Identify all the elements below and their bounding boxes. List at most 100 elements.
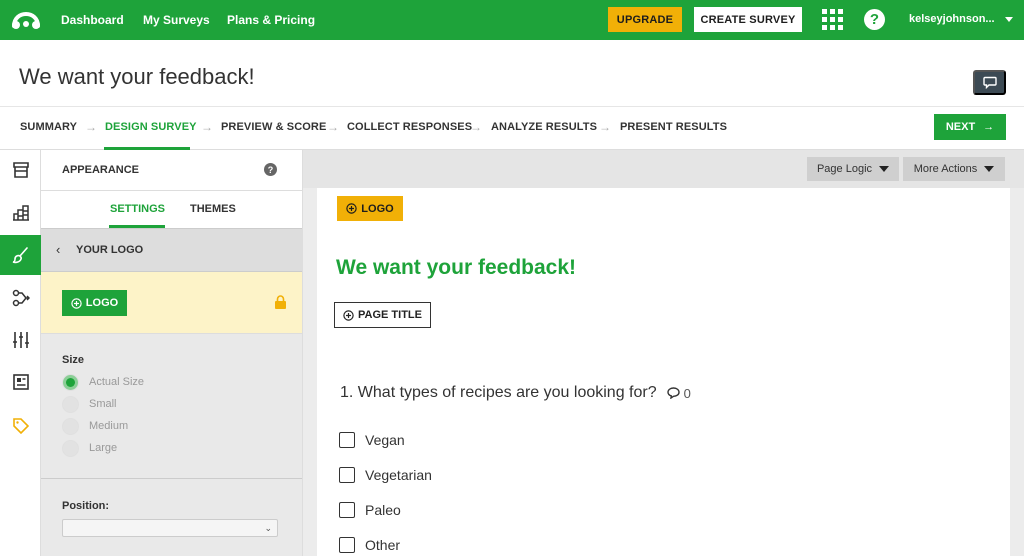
logo-upload-area: LOGO [41, 272, 302, 334]
option-label: Vegetarian [365, 467, 432, 483]
comment-icon [666, 387, 680, 399]
position-select[interactable]: ⌄ [62, 519, 278, 537]
checkbox[interactable] [339, 537, 355, 553]
appearance-panel: APPEARANCE ? SETTINGS THEMES ‹ YOUR LOGO… [41, 150, 303, 556]
back-to-appearance[interactable]: ‹ YOUR LOGO [41, 228, 302, 272]
radio-button[interactable] [62, 373, 79, 391]
page-logic-button[interactable]: Page Logic [807, 157, 899, 181]
list-item[interactable]: Vegetarian [339, 466, 432, 484]
add-logo-label: LOGO [361, 202, 394, 215]
option-label: Paleo [365, 502, 401, 518]
comment-icon [982, 76, 997, 89]
add-logo-button[interactable]: LOGO [337, 196, 403, 221]
radio-button[interactable] [62, 439, 79, 457]
tag-icon [12, 418, 29, 434]
tab-settings[interactable]: SETTINGS [110, 203, 165, 215]
checkbox[interactable] [339, 432, 355, 448]
position-label: Position: [62, 500, 110, 512]
arrow-right-icon: → [85, 120, 97, 134]
tab-themes[interactable]: THEMES [190, 203, 236, 215]
add-page-title-button[interactable]: PAGE TITLE [334, 302, 431, 328]
chevron-down-icon: ⌄ [264, 523, 272, 533]
panel-title: APPEARANCE [62, 164, 140, 176]
options-sliders-icon [12, 332, 29, 348]
rail-logic[interactable] [0, 278, 41, 318]
step-present-results[interactable]: PRESENT RESULTS [620, 121, 727, 133]
page-heading[interactable]: We want your feedback! [336, 256, 576, 280]
checkbox[interactable] [339, 467, 355, 483]
size-option-medium[interactable]: Medium [62, 417, 128, 435]
nav-dashboard[interactable]: Dashboard [61, 13, 124, 27]
help-icon[interactable]: ? [264, 163, 277, 176]
survey-title: We want your feedback! [19, 64, 255, 89]
next-button[interactable]: NEXT → [934, 114, 1006, 140]
radio-button[interactable] [62, 417, 79, 435]
arrow-right-icon: → [470, 120, 482, 134]
rail-tags[interactable] [0, 406, 41, 446]
size-option-actual[interactable]: Actual Size [62, 373, 144, 391]
question-bank-icon [12, 205, 29, 221]
size-option-label: Small [89, 398, 117, 410]
step-collect-responses[interactable]: COLLECT RESPONSES [347, 121, 472, 133]
list-item[interactable]: Paleo [339, 501, 401, 519]
create-survey-button[interactable]: CREATE SURVEY [694, 7, 802, 32]
rail-layout[interactable] [0, 362, 41, 402]
step-summary[interactable]: SUMMARY [20, 121, 77, 133]
next-button-label: NEXT [945, 121, 976, 133]
question-comments[interactable]: 0 [666, 385, 691, 401]
plus-circle-icon [346, 203, 357, 214]
step-design-survey[interactable]: DESIGN SURVEY [105, 121, 197, 133]
upgrade-button[interactable]: UPGRADE [608, 7, 682, 32]
apps-grid-icon[interactable] [822, 9, 843, 30]
top-nav: Dashboard My Surveys Plans & Pricing UPG… [0, 0, 1024, 40]
add-logo-label: LOGO [85, 297, 119, 309]
rail-question-bank[interactable] [0, 193, 41, 233]
more-actions-label: More Actions [913, 163, 978, 175]
panel-header: APPEARANCE ? [41, 150, 302, 191]
radio-button[interactable] [62, 395, 79, 413]
size-option-label: Actual Size [89, 376, 145, 388]
chevron-left-icon: ‹ [56, 242, 61, 257]
option-label: Vegan [365, 432, 405, 448]
size-option-large[interactable]: Large [62, 439, 117, 457]
comments-button[interactable] [973, 70, 1006, 95]
question-title[interactable]: 1. What types of recipes are you looking… [340, 384, 691, 402]
nav-plans-pricing[interactable]: Plans & Pricing [227, 13, 315, 27]
page-logic-label: Page Logic [816, 163, 873, 175]
layout-icon [12, 374, 29, 390]
canvas-toolbar: Page Logic More Actions [303, 150, 1024, 188]
caret-down-icon [879, 166, 890, 172]
user-menu[interactable]: kelseyjohnson... [909, 13, 995, 25]
add-logo-button[interactable]: LOGO [62, 290, 127, 316]
rail-store[interactable] [0, 150, 41, 190]
step-preview-score[interactable]: PREVIEW & SCORE [221, 121, 326, 133]
arrow-right-icon: → [201, 120, 213, 134]
checkbox[interactable] [339, 502, 355, 518]
arrow-right-icon: → [599, 120, 611, 134]
rail-options[interactable] [0, 320, 41, 360]
builder-rail [0, 150, 41, 556]
arrow-right-icon: → [983, 121, 995, 133]
comment-count: 0 [683, 385, 691, 401]
arrow-right-icon: → [327, 120, 339, 134]
list-item[interactable]: Vegan [339, 431, 405, 449]
surveymonkey-logo-icon[interactable] [10, 6, 42, 34]
lock-icon[interactable] [274, 295, 287, 310]
store-icon [12, 162, 29, 178]
survey-canvas: Page Logic More Actions LOGO We want you… [303, 150, 1024, 556]
add-page-title-label: PAGE TITLE [358, 309, 422, 321]
option-label: Other [365, 537, 401, 553]
caret-down-icon [984, 166, 995, 172]
help-icon[interactable]: ? [864, 9, 885, 30]
rail-design[interactable] [0, 235, 41, 275]
survey-page: LOGO We want your feedback! PAGE TITLE 1… [317, 188, 1010, 556]
size-option-small[interactable]: Small [62, 395, 117, 413]
chevron-down-icon[interactable] [1005, 17, 1013, 22]
more-actions-button[interactable]: More Actions [903, 157, 1005, 181]
question-text: 1. What types of recipes are you looking… [340, 384, 657, 401]
plus-circle-icon [71, 297, 82, 309]
section-title: YOUR LOGO [76, 244, 144, 256]
list-item[interactable]: Other [339, 536, 400, 554]
nav-my-surveys[interactable]: My Surveys [143, 13, 210, 27]
step-analyze-results[interactable]: ANALYZE RESULTS [491, 121, 597, 133]
